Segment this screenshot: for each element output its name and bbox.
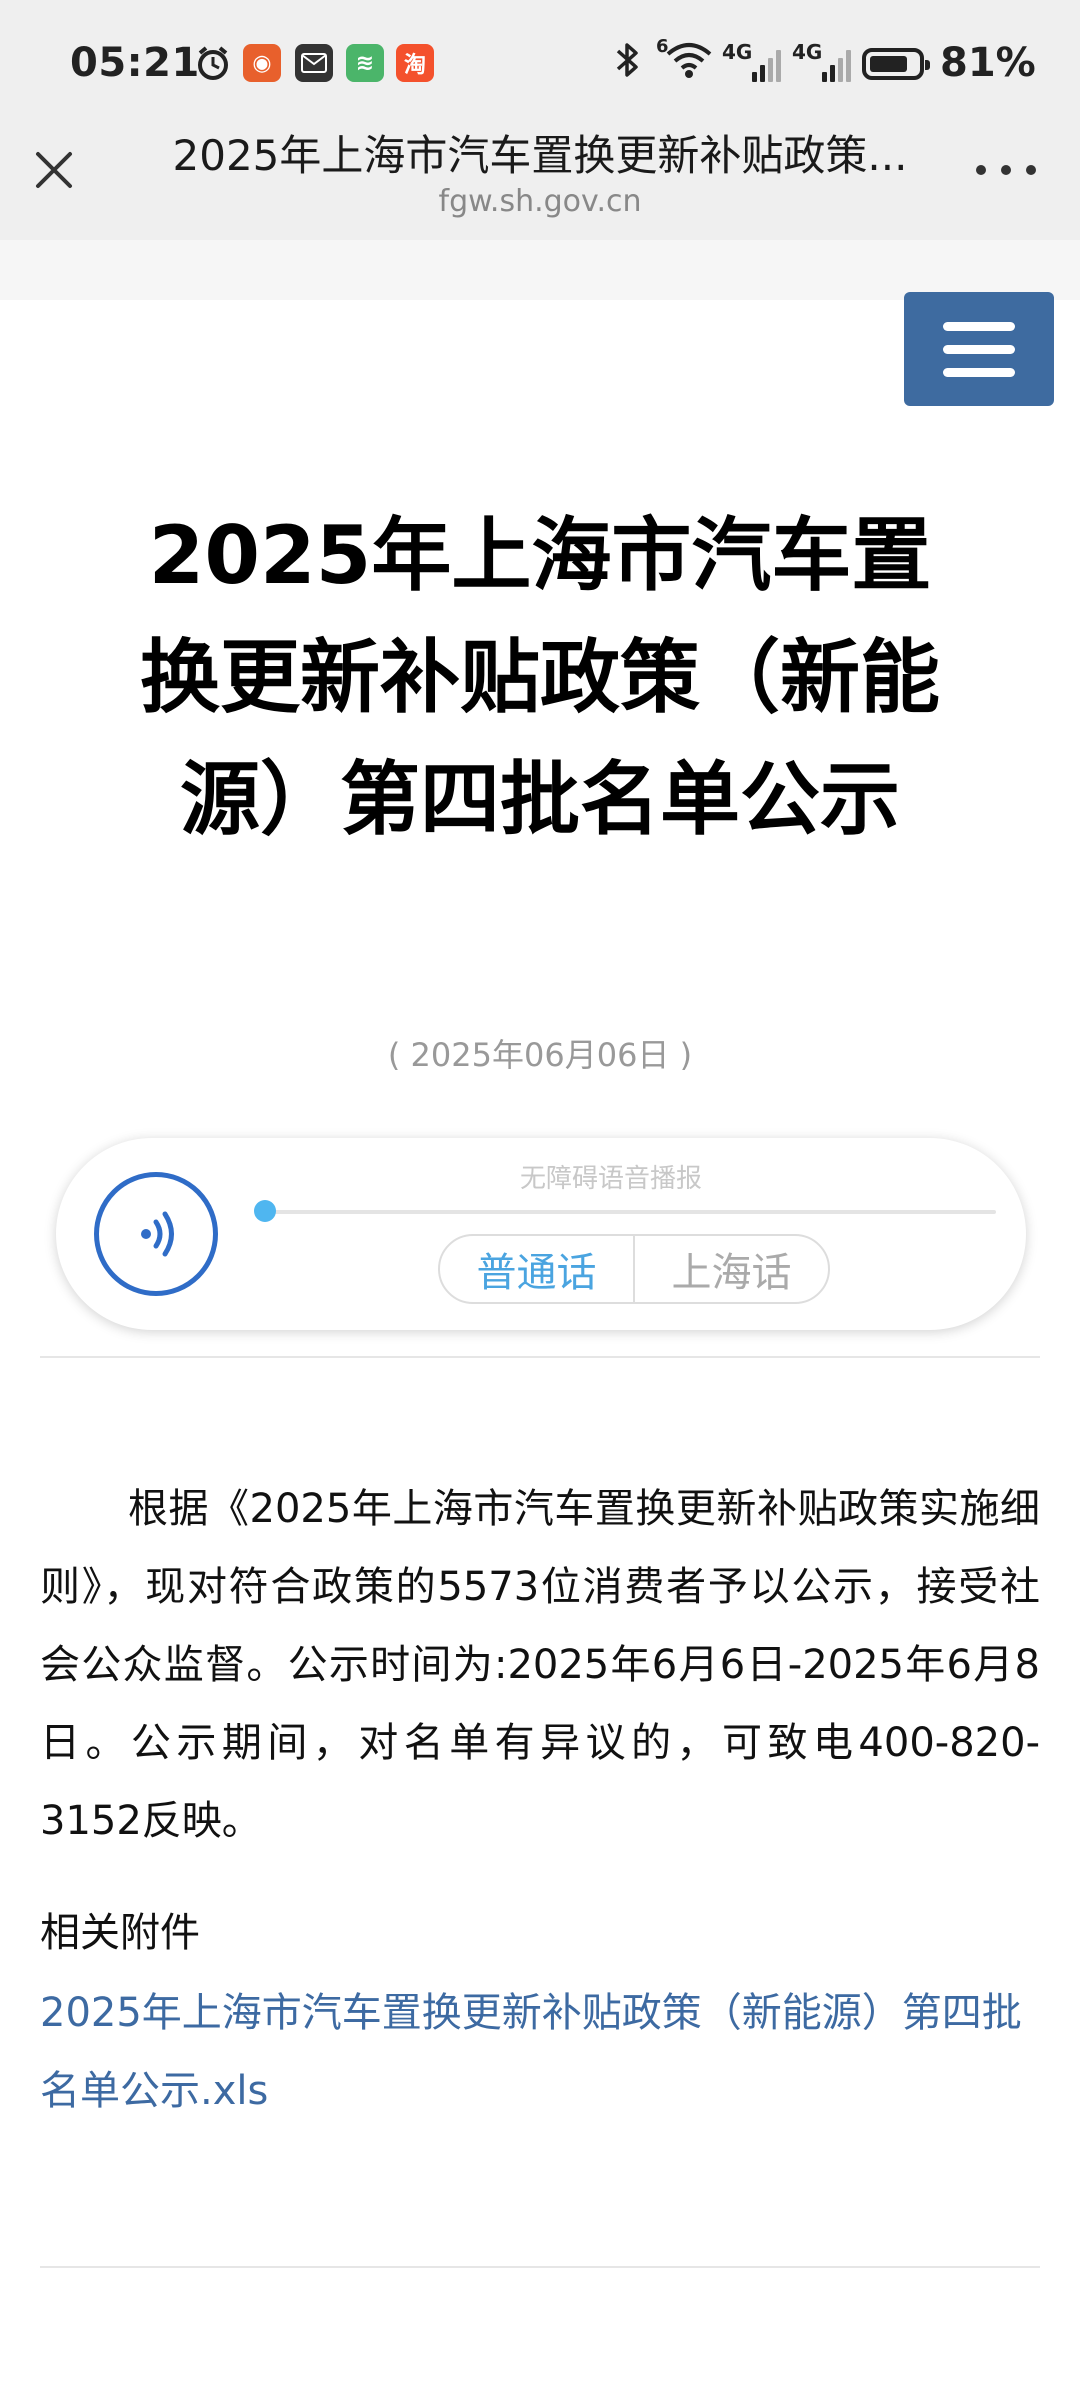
close-icon — [36, 152, 72, 188]
audio-progress-track[interactable] — [266, 1210, 996, 1214]
accessibility-audio-player: 无障碍语音播报 普通话 上海话 — [56, 1138, 1026, 1330]
article-title: 2025年上海市汽车置换更新补贴政策（新能源）第四批名单公示 — [140, 509, 940, 846]
attachments-heading: 相关附件 — [40, 1910, 200, 1956]
audio-player-label: 无障碍语音播报 — [519, 1164, 702, 1194]
bluetooth-icon — [612, 40, 642, 87]
signal-strength-icon — [752, 46, 781, 82]
page-tab-title: 2025年上海市汽车置换更新补贴政策... — [172, 131, 908, 180]
taobao-icon: 淘 — [396, 44, 434, 82]
menu-bar-icon — [943, 321, 1015, 331]
mail-icon — [295, 44, 333, 82]
page-url: fgw.sh.gov.cn — [438, 184, 642, 219]
battery-percent: 81% — [940, 40, 1036, 86]
status-time: 05:21 — [70, 40, 200, 86]
alarm-icon — [194, 44, 232, 82]
toolbar-strip — [0, 240, 1080, 300]
app-notification-icon: ◉ — [243, 44, 281, 82]
more-dot-icon — [976, 165, 986, 175]
more-dot-icon — [1026, 165, 1036, 175]
close-button[interactable] — [28, 144, 80, 196]
menu-bar-icon — [943, 367, 1015, 377]
app-notification-icon: ≋ — [346, 44, 384, 82]
wifi-icon — [664, 40, 714, 87]
attachment-link[interactable]: 2025年上海市汽车置换更新补贴政策（新能源）第四批名单公示.xls — [40, 1974, 1040, 2130]
lang-mandarin-option[interactable]: 普通话 — [440, 1236, 633, 1302]
status-bar: 05:21 ◉ ≋ 淘 6 4G 4G 81% — [0, 0, 1080, 130]
more-dot-icon — [1001, 165, 1011, 175]
battery-fill — [870, 56, 907, 72]
language-toggle: 普通话 上海话 — [438, 1234, 830, 1304]
article-date: ( 2025年06月06日 ) — [387, 1036, 693, 1074]
speaker-icon — [141, 1211, 174, 1257]
audio-progress-knob[interactable] — [254, 1200, 276, 1222]
signal-strength-icon — [822, 46, 851, 82]
lang-shanghainese-option[interactable]: 上海话 — [633, 1236, 828, 1302]
browser-top-bar: 05:21 ◉ ≋ 淘 6 4G 4G 81% 2025年上海市汽车置换更新补贴… — [0, 0, 1080, 240]
menu-bar-icon — [943, 344, 1015, 354]
network-type-2: 4G — [792, 40, 823, 64]
battery-icon — [862, 48, 930, 80]
section-divider — [40, 1356, 1040, 1358]
hamburger-menu-button[interactable] — [904, 292, 1054, 406]
section-divider — [40, 2266, 1040, 2268]
more-options-button[interactable] — [976, 150, 1036, 190]
network-type-1: 4G — [722, 40, 753, 64]
article-body: 根据《2025年上海市汽车置换更新补贴政策实施细则》，现对符合政策的5573位消… — [40, 1486, 1040, 1844]
play-audio-button[interactable] — [94, 1172, 218, 1296]
